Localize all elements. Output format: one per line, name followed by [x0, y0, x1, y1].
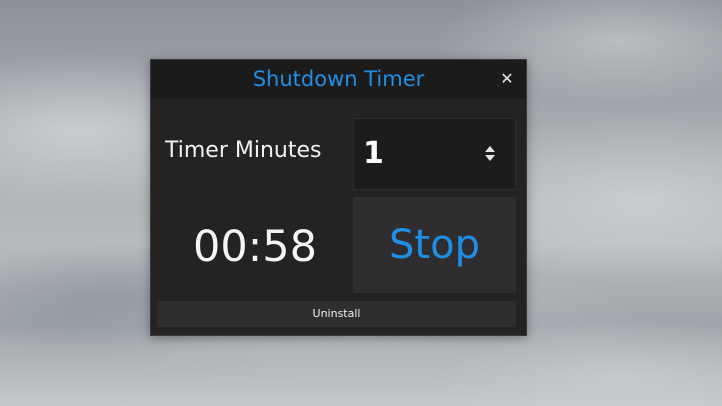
uninstall-button[interactable]: Uninstall [157, 301, 516, 327]
up-down-spinner-icon[interactable] [483, 143, 497, 165]
close-button[interactable]: ✕ [496, 68, 518, 90]
countdown-display: 00:58 [193, 222, 317, 272]
timer-minutes-value[interactable]: 1 [363, 135, 384, 173]
timer-minutes-input[interactable]: 1 [353, 118, 516, 190]
window-title: Shutdown Timer [252, 67, 425, 91]
timer-minutes-label: Timer Minutes [165, 138, 322, 163]
stop-button[interactable]: Stop [353, 197, 516, 293]
title-bar[interactable]: Shutdown Timer ✕ [151, 60, 526, 99]
shutdown-timer-window: Shutdown Timer ✕ Timer Minutes 1 00:58 S… [150, 59, 527, 336]
spin-up-arrow-icon[interactable] [485, 146, 495, 152]
desktop-background: Shutdown Timer ✕ Timer Minutes 1 00:58 S… [0, 0, 722, 406]
close-icon: ✕ [500, 69, 514, 88]
spin-down-arrow-icon[interactable] [485, 155, 495, 161]
